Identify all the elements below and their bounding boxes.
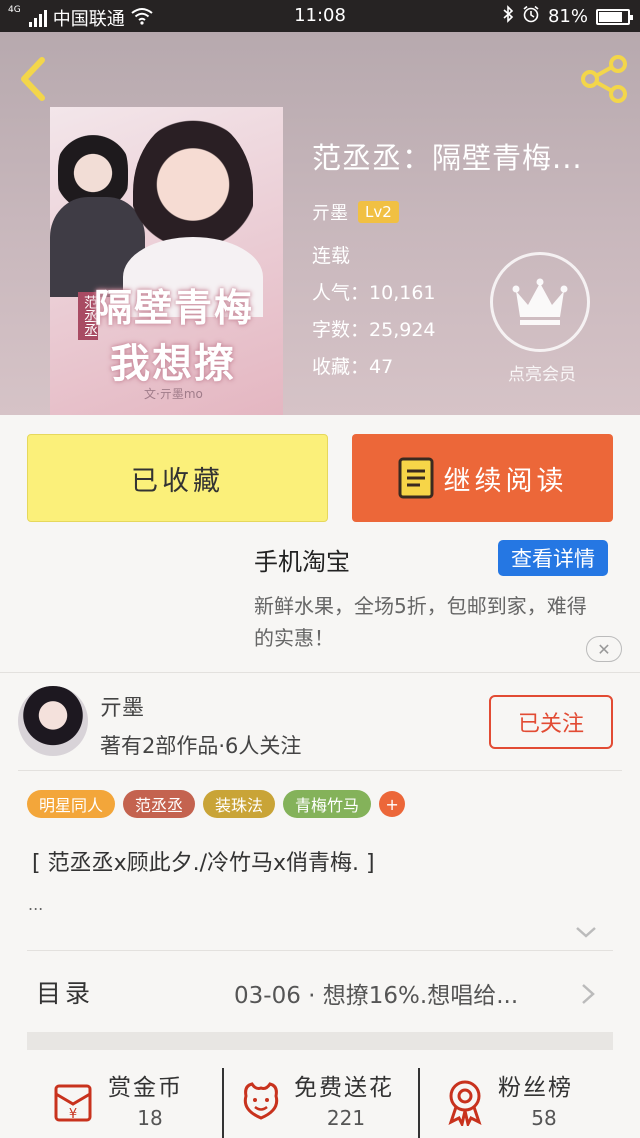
- word-count-label: 字数：: [312, 319, 370, 341]
- word-count-value: 25,924: [369, 319, 436, 341]
- fan-ranking-button[interactable]: 粉丝榜 58: [440, 1066, 620, 1138]
- favorites-label: 收藏：: [312, 356, 370, 378]
- divider: [27, 950, 613, 951]
- synopsis: [ 范丞丞x顾此夕./冷竹马x俏青梅. ]: [32, 851, 375, 876]
- add-tag-button[interactable]: +: [379, 791, 406, 817]
- status-right: 81%: [502, 5, 633, 28]
- battery-fill: [599, 11, 622, 22]
- author-row: 亓墨 Lv2: [312, 199, 632, 225]
- reward-coins-button[interactable]: ¥ 赏金币 18: [50, 1066, 220, 1138]
- book-header: 范丞丞 隔壁青梅 我想撩 文·亓墨mo 范丞丞：隔壁青梅... 亓墨 Lv2 连…: [0, 32, 640, 415]
- author-name[interactable]: 亓墨: [312, 199, 348, 225]
- vip-button[interactable]: 点亮会员: [490, 252, 594, 406]
- tag-item[interactable]: 明星同人: [27, 790, 116, 818]
- synopsis-more: ...: [28, 895, 44, 914]
- tag-item[interactable]: 青梅竹马: [283, 790, 372, 818]
- author-card-name[interactable]: 亓墨: [100, 690, 144, 722]
- favorites-value: 47: [369, 356, 394, 378]
- book-title: 范丞丞：隔壁青梅...: [312, 141, 583, 175]
- ad-close-button[interactable]: ✕: [586, 636, 622, 662]
- cover-byline: 文·亓墨mo: [144, 387, 203, 401]
- crown-icon: [512, 278, 568, 325]
- red-envelope-icon: ¥: [54, 1084, 92, 1122]
- popularity-value: 10,161: [369, 282, 436, 304]
- battery-percent: 81%: [547, 6, 588, 27]
- separator: [418, 1068, 420, 1138]
- collected-label: 已收藏: [131, 465, 224, 497]
- author-card-meta: 著有2部作品·6人关注: [100, 734, 302, 758]
- flower-value: 221: [326, 1106, 366, 1130]
- continue-reading-button[interactable]: 继续阅读: [352, 434, 613, 522]
- share-button[interactable]: [580, 54, 630, 104]
- divider: [18, 770, 622, 771]
- cover-title-line1: 隔壁青梅: [94, 285, 255, 330]
- status-bar: 4G 中国联通 11:08 81%: [0, 0, 640, 32]
- tag-item[interactable]: 装珠法: [203, 790, 276, 818]
- ad-title[interactable]: 手机淘宝: [254, 542, 350, 577]
- svg-text:¥: ¥: [69, 1107, 77, 1122]
- send-flower-button[interactable]: 免费送花 221: [236, 1066, 416, 1138]
- vip-ring: [490, 252, 590, 352]
- cover-title-line2: 我想撩: [110, 340, 236, 387]
- chevron-left-icon: [21, 57, 45, 101]
- book-icon: [398, 457, 433, 499]
- level-badge: Lv2: [358, 201, 399, 223]
- section-gap: [27, 1032, 613, 1050]
- reward-label: 赏金币: [108, 1075, 183, 1101]
- back-button[interactable]: [14, 54, 54, 104]
- fans-label: 粉丝榜: [498, 1075, 573, 1101]
- battery-icon: [596, 8, 633, 25]
- follow-button[interactable]: 已关注: [489, 695, 613, 749]
- book-cover[interactable]: 范丞丞 隔壁青梅 我想撩 文·亓墨mo: [50, 107, 283, 415]
- flower-label: 免费送花: [294, 1075, 394, 1101]
- flower-icon: [243, 1082, 279, 1120]
- share-icon: [581, 55, 627, 103]
- reward-value: 18: [137, 1106, 163, 1130]
- divider: [0, 672, 640, 673]
- continue-reading-label: 继续阅读: [443, 465, 568, 497]
- tag-item[interactable]: 范丞丞: [123, 790, 196, 818]
- alarm-icon: [522, 5, 540, 28]
- vip-label: 点亮会员: [508, 365, 576, 385]
- ad-description[interactable]: 新鲜水果，全场5折，包邮到家，难得的实惠！: [254, 590, 594, 654]
- chevron-down-icon: [576, 927, 596, 938]
- popularity-label: 人气：: [312, 282, 370, 304]
- tag-list: 明星同人 范丞丞 装珠法 青梅竹马 +: [27, 790, 406, 818]
- toc-label: 目录: [36, 979, 95, 1008]
- chevron-right-icon[interactable]: [580, 982, 596, 1006]
- separator: [222, 1068, 224, 1138]
- medal-icon: [448, 1080, 482, 1126]
- avatar[interactable]: [18, 686, 88, 756]
- bluetooth-icon: [502, 5, 514, 28]
- expand-synopsis-button[interactable]: [574, 922, 598, 942]
- fans-value: 58: [531, 1106, 557, 1130]
- toc-latest-chapter: 03-06 · 想撩16%.想唱给...: [234, 983, 519, 1009]
- collected-button[interactable]: 已收藏: [27, 434, 328, 522]
- ad-details-button[interactable]: 查看详情: [498, 540, 608, 576]
